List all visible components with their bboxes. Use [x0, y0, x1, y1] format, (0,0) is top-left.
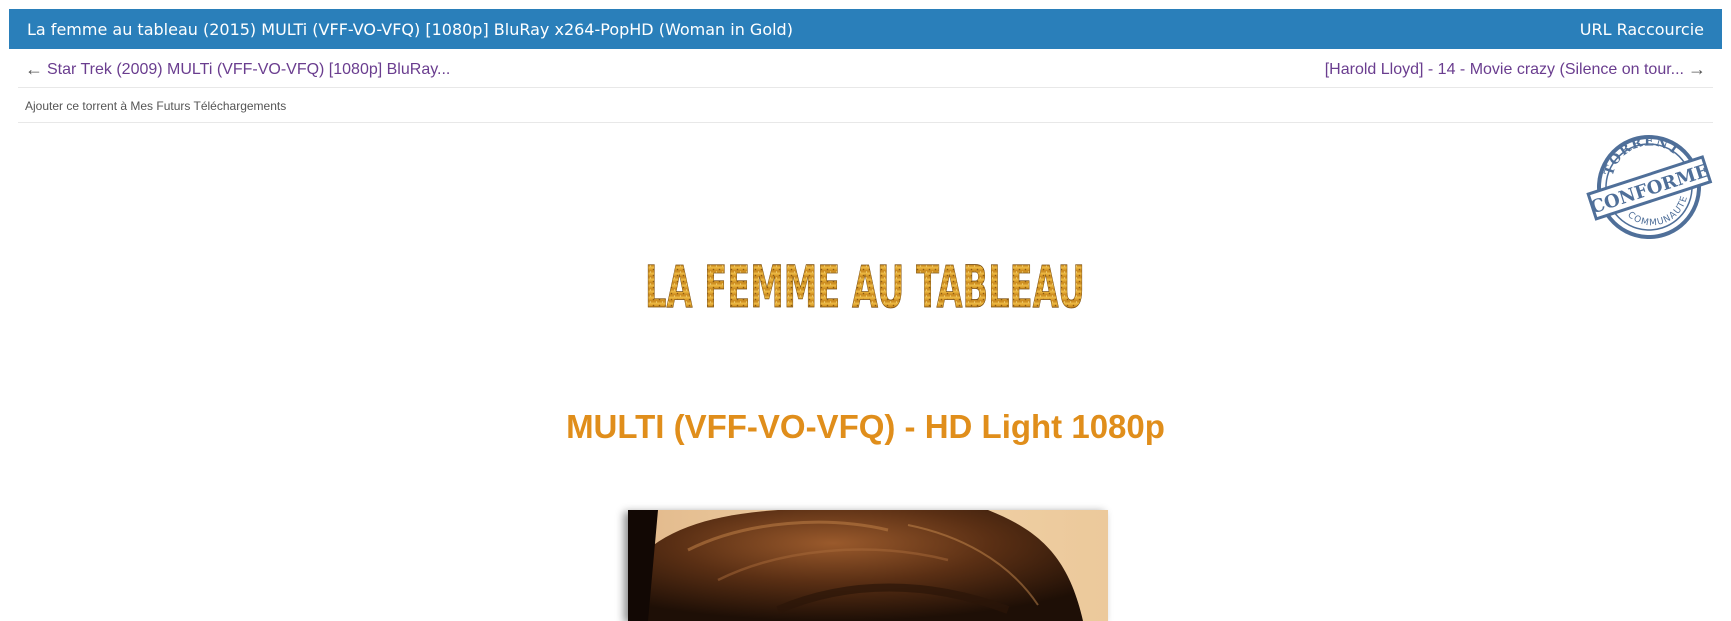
movie-poster-image: [628, 510, 1108, 621]
next-torrent-label: [Harold Lloyd] - 14 - Movie crazy (Silen…: [1324, 60, 1684, 78]
torrent-page: La femme au tableau (2015) MULTi (VFF-VO…: [0, 0, 1731, 621]
short-url-link[interactable]: URL Raccourcie: [1580, 20, 1704, 39]
add-to-future-downloads-label: Ajouter ce torrent à Mes Futurs Téléchar…: [25, 98, 287, 113]
movie-title-logo: LA FEMME AU TABLEAU: [645, 253, 1086, 320]
arrow-right-icon: →: [1688, 59, 1706, 79]
movie-title-logo-text: LA FEMME AU TABLEAU: [645, 253, 1085, 320]
torrent-conforme-stamp: TORRENT CONFORME COMMUNAUTE: [1586, 128, 1713, 239]
arrow-left-icon: ←: [25, 59, 43, 79]
previous-torrent-link[interactable]: ← Star Trek (2009) MULTi (VFF-VO-VFQ) [1…: [25, 59, 450, 80]
quality-heading: MULTI (VFF-VO-VFQ) - HD Light 1080p: [566, 408, 1165, 445]
torrent-navigation: ← Star Trek (2009) MULTi (VFF-VO-VFQ) [1…: [18, 52, 1713, 88]
add-to-future-downloads-link[interactable]: Ajouter ce torrent à Mes Futurs Téléchar…: [18, 89, 1713, 123]
next-torrent-link[interactable]: [Harold Lloyd] - 14 - Movie crazy (Silen…: [1325, 59, 1706, 80]
torrent-title-bar: La femme au tableau (2015) MULTi (VFF-VO…: [9, 9, 1722, 49]
previous-torrent-label: Star Trek (2009) MULTi (VFF-VO-VFQ) [108…: [47, 60, 451, 78]
torrent-title: La femme au tableau (2015) MULTi (VFF-VO…: [27, 19, 793, 39]
